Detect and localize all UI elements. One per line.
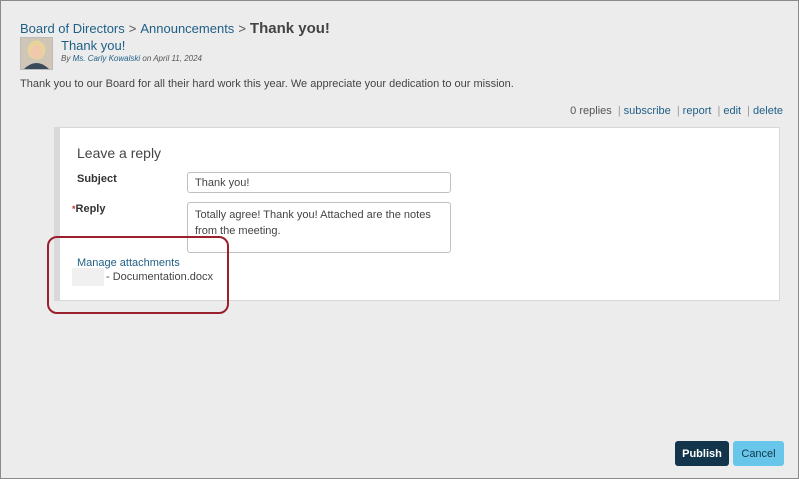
breadcrumb: Board of Directors > Announcements > Thank y… (20, 20, 330, 37)
subject-input[interactable] (187, 172, 451, 193)
reply-label-wrap: *Reply (72, 203, 105, 215)
subject-label: Subject (77, 173, 117, 185)
breadcrumb-separator: > (238, 21, 246, 36)
post-byline: By Ms. Carly Kowalski on April 11, 2024 (61, 54, 202, 63)
post-title[interactable]: Thank you! (61, 38, 125, 53)
breadcrumb-board-of-directors[interactable]: Board of Directors (20, 21, 125, 36)
reply-heading: Leave a reply (77, 145, 162, 161)
publish-button[interactable]: Publish (675, 441, 729, 466)
avatar-portrait-icon (21, 38, 52, 69)
reply-count: 0 replies (570, 105, 612, 117)
breadcrumb-current: Thank you! (249, 20, 330, 37)
delete-link[interactable]: delete (753, 105, 783, 117)
breadcrumb-announcements[interactable]: Announcements (140, 21, 234, 36)
post-date: on April 11, 2024 (142, 54, 202, 63)
actions-separator: | (747, 105, 751, 117)
post-body: Thank you to our Board for all their har… (20, 78, 514, 90)
cancel-button[interactable]: Cancel (733, 441, 784, 466)
post-actions: 0 replies | subscribe | report | edit | dele… (570, 105, 783, 117)
report-link[interactable]: report (683, 105, 712, 117)
actions-separator: | (676, 105, 680, 117)
subscribe-link[interactable]: subscribe (624, 105, 671, 117)
actions-separator: | (717, 105, 721, 117)
actions-separator: | (617, 105, 621, 117)
author-avatar[interactable] (20, 37, 53, 70)
edit-link[interactable]: edit (723, 105, 741, 117)
reply-label: Reply (75, 203, 106, 215)
breadcrumb-separator: > (128, 21, 137, 36)
attachment-highlight-box (47, 236, 229, 314)
byline-prefix: By (61, 54, 71, 63)
author-link[interactable]: Ms. Carly Kowalski (73, 54, 141, 63)
